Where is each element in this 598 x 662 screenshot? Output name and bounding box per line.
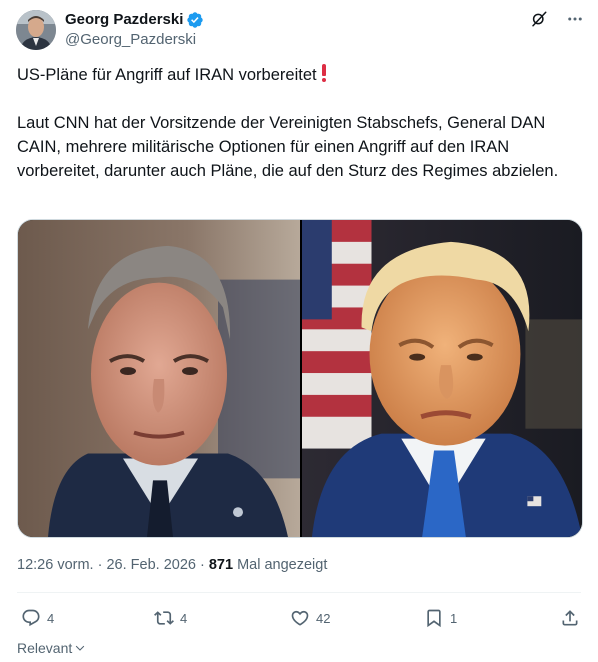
- tweet-date[interactable]: 26. Feb. 2026: [106, 557, 196, 573]
- red-exclamation-icon: [320, 64, 328, 82]
- bookmark-icon: [427, 609, 441, 628]
- bookmark-button[interactable]: 1: [424, 605, 457, 631]
- flag-background: [302, 220, 372, 449]
- repost-icon: [154, 611, 174, 625]
- more-icon[interactable]: [566, 10, 584, 28]
- views-label: Mal angezeigt: [233, 557, 328, 573]
- replies-sort-dropdown[interactable]: Relevant: [17, 640, 86, 656]
- tweet-headline-text: US-Pläne für Angriff auf IRAN vorbereite…: [17, 66, 317, 84]
- media-grid: [17, 219, 583, 538]
- like-count: 42: [316, 610, 331, 626]
- sort-label: Relevant: [17, 640, 73, 656]
- repost-count: 4: [180, 610, 188, 626]
- reply-button[interactable]: 4: [21, 605, 54, 631]
- meta-separator: ·: [195, 557, 209, 573]
- author-names: Georg Pazderski @Georg_Pazderski: [65, 11, 204, 50]
- repost-button[interactable]: 4: [154, 605, 187, 631]
- like-button[interactable]: 42: [290, 605, 330, 631]
- divider: [17, 592, 581, 593]
- author-handle[interactable]: @Georg_Pazderski: [65, 30, 204, 50]
- tweet-meta: 12:26 vorm. · 26. Feb. 2026 · 871 Mal an…: [17, 556, 327, 574]
- chevron-down-icon: [76, 645, 85, 651]
- display-name-text: Georg Pazderski: [65, 11, 184, 28]
- tweet-text: US-Pläne für Angriff auf IRAN vorbereite…: [17, 63, 583, 183]
- reply-count: 4: [47, 610, 55, 626]
- tweet-actions: 4 4 42 1: [17, 605, 581, 631]
- share-icon: [562, 610, 578, 626]
- media-image-right[interactable]: [302, 220, 582, 537]
- avatar[interactable]: [16, 10, 56, 50]
- views-count: 871: [208, 557, 234, 573]
- share-button[interactable]: [560, 605, 580, 631]
- tweet-header: Georg Pazderski @Georg_Pazderski: [16, 8, 584, 52]
- tweet-time[interactable]: 12:26 vorm.: [17, 557, 94, 573]
- tweet-headline: US-Pläne für Angriff auf IRAN vorbereite…: [17, 63, 583, 87]
- bookmark-count: 1: [450, 610, 458, 626]
- author-display-name[interactable]: Georg Pazderski: [65, 11, 204, 29]
- header-actions: [530, 10, 584, 28]
- meta-separator: ·: [93, 557, 107, 573]
- grok-icon[interactable]: [530, 10, 548, 28]
- tweet-paragraph: Laut CNN hat der Vorsitzende der Vereini…: [17, 114, 559, 180]
- verified-badge-icon: [187, 12, 204, 28]
- reply-icon: [22, 609, 40, 627]
- media-image-left[interactable]: [18, 220, 300, 537]
- heart-icon: [291, 610, 309, 626]
